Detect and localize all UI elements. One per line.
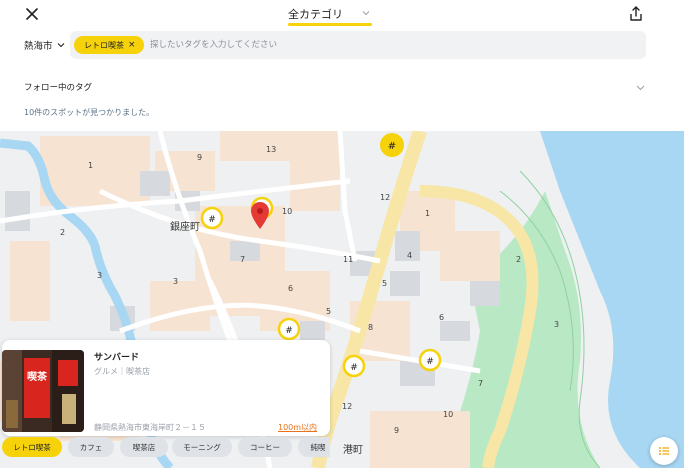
filter-chip[interactable]: カフェ	[68, 437, 114, 457]
map-block-number: 10	[443, 410, 454, 419]
filter-chip[interactable]: レトロ喫茶	[2, 437, 62, 457]
tag-search-box: レトロ喫茶 ×	[70, 31, 646, 59]
map-area-label: 銀座町	[170, 222, 200, 233]
svg-text:#: #	[350, 363, 358, 373]
spot-category: グルメ｜喫茶店	[94, 367, 150, 376]
map-block-number: 1	[425, 209, 431, 218]
map-block-number: 3	[554, 320, 560, 329]
svg-text:喫茶: 喫茶	[27, 370, 48, 383]
spot-photo: 喫茶	[2, 350, 84, 432]
list-icon	[659, 447, 669, 455]
filter-chip[interactable]: 純喫	[298, 437, 330, 457]
map-block-number: 4	[407, 251, 413, 260]
map-block-number: 3	[97, 271, 103, 280]
map-tag-marker[interactable]: #	[342, 354, 366, 378]
close-button[interactable]	[22, 4, 42, 24]
category-title: 全カテゴリ	[288, 8, 343, 21]
selected-tag-chip[interactable]: レトロ喫茶 ×	[74, 36, 144, 54]
map-block-number: 8	[368, 323, 374, 332]
spot-distance[interactable]: 100m以内	[278, 422, 317, 433]
category-dropdown[interactable]: 全カテゴリ	[288, 4, 372, 26]
chevron-down-icon	[57, 43, 64, 48]
spot-card[interactable]: 喫茶 サンバード グルメ｜喫茶店 静岡県熱海市東海岸町２－１５ 100m以内	[2, 340, 330, 436]
selected-tag-label: レトロ喫茶	[84, 40, 124, 50]
map-block-number: 7	[478, 379, 484, 388]
map-block-number: 6	[439, 313, 445, 322]
title-underline	[288, 23, 372, 26]
filter-chip[interactable]: モーニング	[172, 437, 232, 457]
city-selector[interactable]: 熱海市	[24, 37, 65, 53]
remove-tag-icon[interactable]: ×	[128, 40, 136, 50]
map-block-number: 9	[394, 426, 400, 435]
filter-chip[interactable]: 喫茶店	[120, 437, 168, 457]
map-block-number: 13	[266, 145, 277, 154]
follow-tags-row[interactable]: フォロー中のタグ	[0, 72, 684, 102]
chevron-down-icon	[362, 11, 370, 16]
map-block-number: 12	[342, 402, 353, 411]
filter-chip[interactable]: コーヒー	[238, 437, 292, 457]
map-block-number: 2	[60, 228, 66, 237]
chevron-down-icon	[636, 85, 645, 91]
map-tag-marker[interactable]: #	[277, 317, 301, 341]
spot-search-screen: 全カテゴリ 熱海市 レトロ喫茶 × フォロー中のタグ 10件のスポットが見つかり…	[0, 0, 684, 468]
map-block-number: 10	[282, 207, 293, 216]
map-block-number: 2	[516, 255, 522, 264]
spot-name: サンバード	[94, 353, 140, 363]
svg-text:#: #	[285, 326, 293, 336]
map-block-number: 1	[88, 161, 94, 170]
list-view-button[interactable]	[650, 437, 678, 465]
city-label: 熱海市	[24, 41, 53, 52]
svg-text:#: #	[388, 141, 396, 152]
map-block-number: 9	[197, 153, 203, 162]
tag-filter-row: レトロ喫茶 カフェ 喫茶店 モーニング コーヒー 純喫	[2, 437, 330, 459]
share-button[interactable]	[628, 5, 644, 23]
close-icon	[26, 8, 38, 20]
map-block-number: 3	[173, 277, 179, 286]
map-tag-marker[interactable]: #	[418, 348, 442, 372]
map-block-number: 5	[382, 279, 388, 288]
tag-search-input[interactable]	[150, 35, 630, 55]
map-tag-marker[interactable]: #	[200, 206, 224, 230]
share-icon	[630, 6, 642, 21]
map-block-number: 7	[240, 255, 246, 264]
map-block-number: 6	[288, 284, 294, 293]
svg-text:#: #	[426, 357, 434, 367]
map-tag-marker[interactable]: #	[380, 133, 404, 157]
result-count: 10件のスポットが見つかりました。	[24, 108, 155, 117]
map-block-number: 12	[380, 193, 391, 202]
map-block-number: 5	[326, 307, 332, 316]
spot-address: 静岡県熱海市東海岸町２－１５	[94, 423, 206, 432]
svg-text:#: #	[208, 215, 216, 225]
follow-tags-label: フォロー中のタグ	[24, 83, 93, 93]
map-port-label: 港町	[343, 445, 363, 456]
map-block-number: 11	[343, 255, 354, 264]
